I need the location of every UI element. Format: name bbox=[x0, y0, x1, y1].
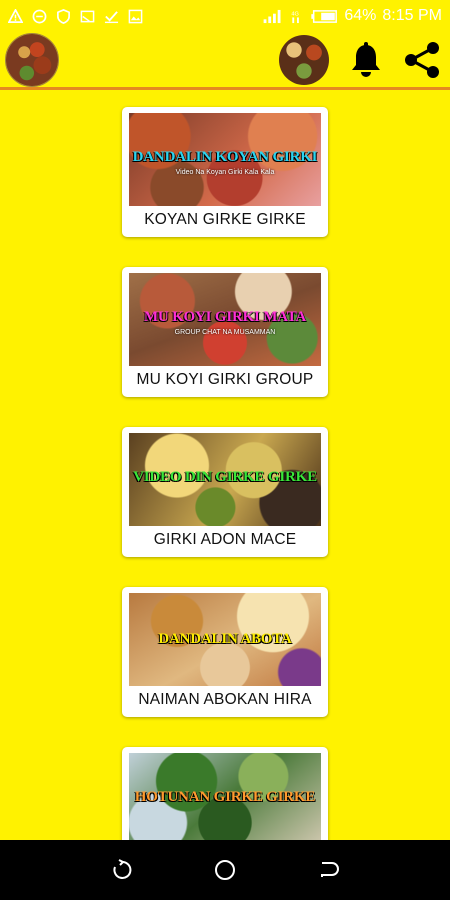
system-nav-bar bbox=[0, 840, 450, 900]
card-image-subtitle: GROUP CHAT NA MUSAMMAN bbox=[174, 329, 276, 336]
app-actions bbox=[279, 34, 445, 85]
card-image: MU KOYI GIRKI MATA GROUP CHAT NA MUSAMMA… bbox=[129, 273, 321, 366]
status-right: 4G 64% 8:15 PM bbox=[262, 7, 442, 25]
list-item-mu-koyi-girki-group[interactable]: MU KOYI GIRKI MATA GROUP CHAT NA MUSAMMA… bbox=[122, 267, 328, 397]
food-thumbnail-button[interactable] bbox=[279, 34, 329, 85]
list-item-hotunan-girke[interactable]: HOTUNAN GIRKE GIRKE bbox=[122, 747, 328, 840]
image-icon bbox=[128, 9, 143, 23]
card-label: NAIMAN ABOKAN HIRA bbox=[138, 691, 312, 708]
app-avatar[interactable] bbox=[5, 32, 59, 87]
back-button[interactable] bbox=[313, 855, 343, 885]
svg-text:4G: 4G bbox=[292, 11, 299, 17]
warning-icon bbox=[8, 8, 23, 23]
home-icon bbox=[214, 860, 235, 880]
cast-icon bbox=[80, 10, 95, 22]
card-image: DANDALIN ABOTA bbox=[129, 593, 321, 686]
bell-icon bbox=[352, 41, 380, 77]
back-icon bbox=[321, 862, 340, 877]
share-icon bbox=[405, 41, 439, 78]
menu-list[interactable]: DANDALIN KOYAN GIRKI Video Na Koyan Girk… bbox=[0, 93, 450, 840]
recent-apps-icon bbox=[113, 859, 132, 879]
checkbox-icon bbox=[104, 10, 119, 23]
card-image-title: MU KOYI GIRKI MATA bbox=[143, 309, 307, 325]
app-bar bbox=[0, 32, 450, 90]
food-thumbnail-image bbox=[279, 34, 329, 85]
card-image-title: HOTUNAN GIRKE GIRKE bbox=[134, 789, 316, 805]
signal-icon bbox=[264, 9, 281, 23]
card-label: GIRKI ADON MACE bbox=[153, 531, 297, 548]
card-label: MU KOYI GIRKI GROUP bbox=[136, 371, 314, 388]
notifications-button[interactable] bbox=[347, 41, 385, 79]
card-image: DANDALIN KOYAN GIRKI Video Na Koyan Girk… bbox=[129, 113, 321, 206]
status-bar: 4G 64% 8:15 PM bbox=[0, 0, 450, 32]
list-item-koyan-girke[interactable]: DANDALIN KOYAN GIRKI Video Na Koyan Girk… bbox=[122, 107, 328, 237]
card-label: KOYAN GIRKE GIRKE bbox=[144, 211, 306, 228]
home-button[interactable] bbox=[210, 855, 240, 885]
status-left-icons bbox=[8, 8, 143, 24]
card-image-title: DANDALIN ABOTA bbox=[158, 631, 292, 647]
share-button[interactable] bbox=[403, 41, 441, 79]
recent-apps-button[interactable] bbox=[107, 855, 137, 885]
card-image: HOTUNAN GIRKE GIRKE bbox=[129, 753, 321, 840]
list-item-girki-adon-mace[interactable]: VIDEO DIN GIRKE GIRKE GIRKI ADON MACE bbox=[122, 427, 328, 557]
food-avatar-image bbox=[6, 33, 58, 86]
minus-circle-icon bbox=[32, 9, 47, 23]
shield-icon bbox=[57, 8, 70, 24]
card-image-title: DANDALIN KOYAN GIRKI bbox=[132, 149, 318, 165]
clock: 8:15 PM bbox=[382, 7, 442, 24]
list-item-naiman-abokan-hira[interactable]: DANDALIN ABOTA NAIMAN ABOKAN HIRA bbox=[122, 587, 328, 717]
card-image: VIDEO DIN GIRKE GIRKE bbox=[129, 433, 321, 526]
battery-icon bbox=[311, 9, 338, 23]
card-image-title: VIDEO DIN GIRKE GIRKE bbox=[133, 469, 317, 485]
battery-level: 64% bbox=[344, 7, 377, 24]
wifi-icon: 4G bbox=[292, 11, 300, 23]
card-image-subtitle: Video Na Koyan Girki Kala Kala bbox=[175, 169, 275, 176]
